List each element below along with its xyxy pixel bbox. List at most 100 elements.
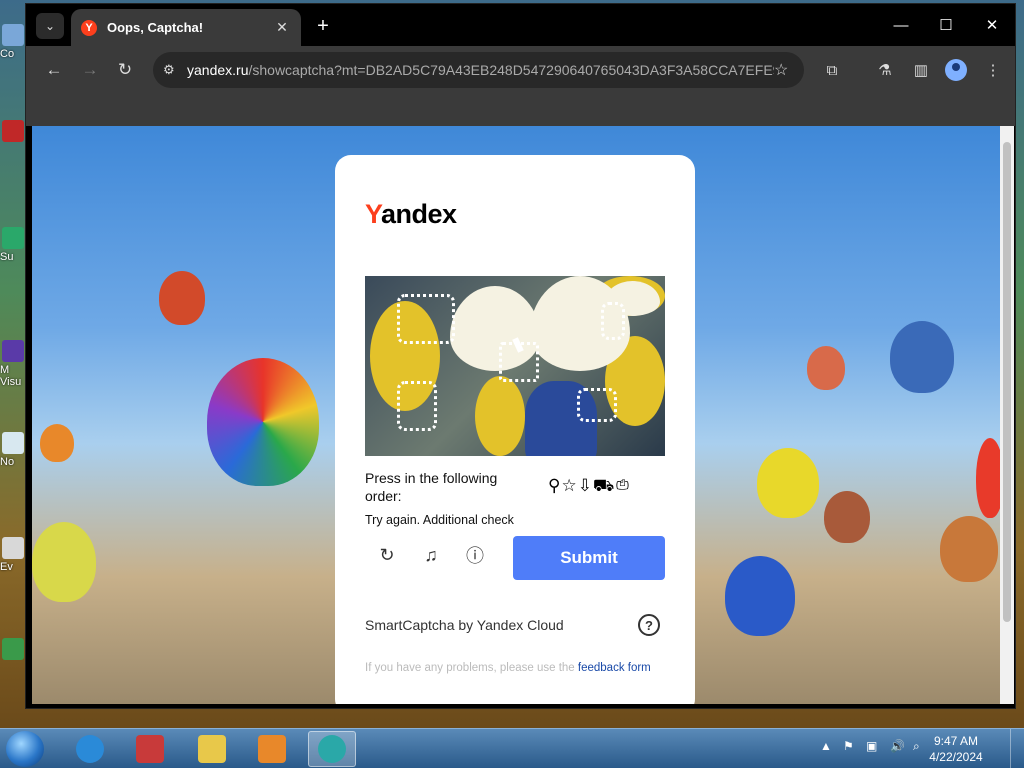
app-icon <box>2 638 24 660</box>
media-player-icon <box>258 735 286 763</box>
taskbar-media-player[interactable] <box>248 731 296 767</box>
system-clock[interactable]: 9:47 AM 4/22/2024 <box>928 733 984 765</box>
desktop-icon-notepad[interactable]: No <box>0 430 26 470</box>
taskbar-internet-explorer[interactable] <box>66 731 114 767</box>
clock-date: 4/22/2024 <box>929 750 983 764</box>
desktop-icon-label: Co <box>0 48 15 60</box>
balloon-image <box>940 516 998 582</box>
start-button[interactable] <box>6 731 44 767</box>
close-window-button[interactable]: ✕ <box>972 12 1012 38</box>
search-tray-icon[interactable]: ⌕ <box>913 739 920 754</box>
headphones-audio-icon[interactable]: ♫ <box>419 543 443 567</box>
app-icon <box>2 120 24 142</box>
labs-flask-icon[interactable]: ⚗ <box>871 56 899 84</box>
clock-time: 9:47 AM <box>933 734 979 748</box>
event-viewer-icon <box>2 537 24 559</box>
notepad-icon <box>2 432 24 454</box>
desktop-icon-support[interactable]: Su <box>0 225 26 265</box>
feedback-form-link[interactable]: feedback form <box>578 662 651 674</box>
taskbar: ▲ ⚑ ▣ 🔊 ⌕ 9:47 AM 4/22/2024 <box>0 728 1024 768</box>
desktop-icon-label: M <box>0 364 10 376</box>
chevron-down-icon: ⌄ <box>44 19 56 33</box>
folder-icon <box>198 735 226 763</box>
captcha-printer-shape[interactable] <box>397 294 455 344</box>
visual-studio-icon <box>2 340 24 362</box>
bookmark-bar <box>26 94 1015 126</box>
balloon-image <box>207 358 319 486</box>
tab-close-icon[interactable]: ✕ <box>273 19 291 36</box>
feedback-notice: If you have any problems, please use the… <box>365 662 651 674</box>
browser-window: ⌄ Y Oops, Captcha! ✕ + — ☐ ✕ ← → ↻ ⚙ yan… <box>25 3 1016 709</box>
site-info-icon[interactable]: ⚙ <box>163 62 187 78</box>
computer-icon <box>2 24 24 46</box>
submit-button[interactable]: Submit <box>513 536 665 580</box>
balloon-image <box>725 556 795 636</box>
scrollbar-thumb[interactable] <box>1003 142 1011 622</box>
smartcaptcha-branding: SmartCaptcha by Yandex Cloud <box>365 617 564 633</box>
balloon-image <box>890 321 954 393</box>
help-icon[interactable]: ? <box>638 614 660 636</box>
balloon-image <box>32 522 96 602</box>
desktop-icon-label: Visu <box>0 376 22 388</box>
captcha-warning: Try again. Additional check <box>365 513 514 527</box>
support-icon <box>2 227 24 249</box>
action-center-flag-icon[interactable]: ⚑ <box>843 739 854 753</box>
minimize-button[interactable]: — <box>881 12 921 38</box>
tab-captcha[interactable]: Y Oops, Captcha! ✕ <box>71 9 301 46</box>
browser-toolbar: ← → ↻ ⚙ yandex.ru/showcaptcha?mt=DB2AD5C… <box>26 46 1015 94</box>
balloon-image <box>159 271 205 325</box>
balloon-image <box>40 424 74 462</box>
desktop-icon-label: No <box>0 456 15 468</box>
desktop-icon-app1[interactable] <box>0 118 26 158</box>
tab-title: Oops, Captcha! <box>107 20 204 35</box>
captcha-arrow-shape[interactable] <box>577 388 617 422</box>
app-icon <box>136 735 164 763</box>
captcha-cart-shape[interactable] <box>397 381 437 431</box>
taskbar-file-explorer[interactable] <box>188 731 236 767</box>
address-bar[interactable]: ⚙ yandex.ru/showcaptcha?mt=DB2AD5C79A43E… <box>153 52 804 88</box>
captcha-link-shape[interactable] <box>601 302 625 340</box>
new-tab-button[interactable]: + <box>310 13 336 39</box>
desktop-icon-label: Ev <box>0 561 13 573</box>
balloon-image <box>807 346 845 390</box>
desktop-icon-computer[interactable]: Co <box>0 22 26 62</box>
taskbar-app-red[interactable] <box>126 731 174 767</box>
balloon-image <box>824 491 870 543</box>
side-panel-icon[interactable]: ▥ <box>907 56 935 84</box>
url-text[interactable]: yandex.ru/showcaptcha?mt=DB2AD5C79A43EB2… <box>187 62 774 78</box>
maximize-button[interactable]: ☐ <box>926 12 966 38</box>
desktop-icon-event[interactable]: Ev <box>0 535 26 575</box>
show-desktop-button[interactable] <box>1010 729 1024 768</box>
extensions-icon[interactable]: ⧉ <box>818 56 846 84</box>
url-domain: yandex.ru <box>187 62 249 78</box>
tray-expand-icon[interactable]: ▲ <box>820 739 832 753</box>
yandex-logo: Yandex <box>365 199 457 229</box>
internet-explorer-icon <box>76 735 104 763</box>
page-scrollbar[interactable] <box>1000 126 1014 704</box>
captcha-instruction: Press in the following order: <box>365 470 498 504</box>
tab-search-button[interactable]: ⌄ <box>36 13 64 39</box>
reload-button[interactable]: ↻ <box>111 56 139 84</box>
bookmark-star-icon[interactable]: ☆ <box>774 60 794 80</box>
network-icon[interactable]: ▣ <box>866 739 877 753</box>
url-path: /showcaptcha?mt=DB2AD5C79A43EB248D547290… <box>248 62 774 78</box>
forward-button[interactable]: → <box>76 56 104 84</box>
info-icon[interactable]: ⓘ <box>463 543 487 567</box>
taskbar-browser[interactable] <box>308 731 356 767</box>
captcha-image[interactable] <box>365 276 665 456</box>
desktop-icon-app2[interactable] <box>0 636 26 676</box>
volume-icon[interactable]: 🔊 <box>890 739 905 753</box>
balloon-image <box>976 438 1000 518</box>
back-button[interactable]: ← <box>40 56 68 84</box>
captcha-order-icons: ⚲☆⇩⛟⎙ <box>548 476 631 495</box>
tab-strip: ⌄ Y Oops, Captcha! ✕ + — ☐ ✕ <box>26 4 1015 46</box>
page-background: Yandex Press in the following order: ⚲☆⇩… <box>32 126 1000 704</box>
profile-avatar-icon[interactable] <box>945 59 967 81</box>
yandex-favicon-icon: Y <box>81 19 97 36</box>
refresh-icon[interactable]: ↻ <box>375 543 399 567</box>
browser-icon <box>318 735 346 763</box>
balloon-image <box>757 448 819 518</box>
menu-kebab-icon[interactable]: ⋮ <box>979 56 1007 84</box>
desktop-icon-visual-studio[interactable]: M Visu <box>0 338 26 388</box>
captcha-card: Yandex Press in the following order: ⚲☆⇩… <box>335 155 695 704</box>
